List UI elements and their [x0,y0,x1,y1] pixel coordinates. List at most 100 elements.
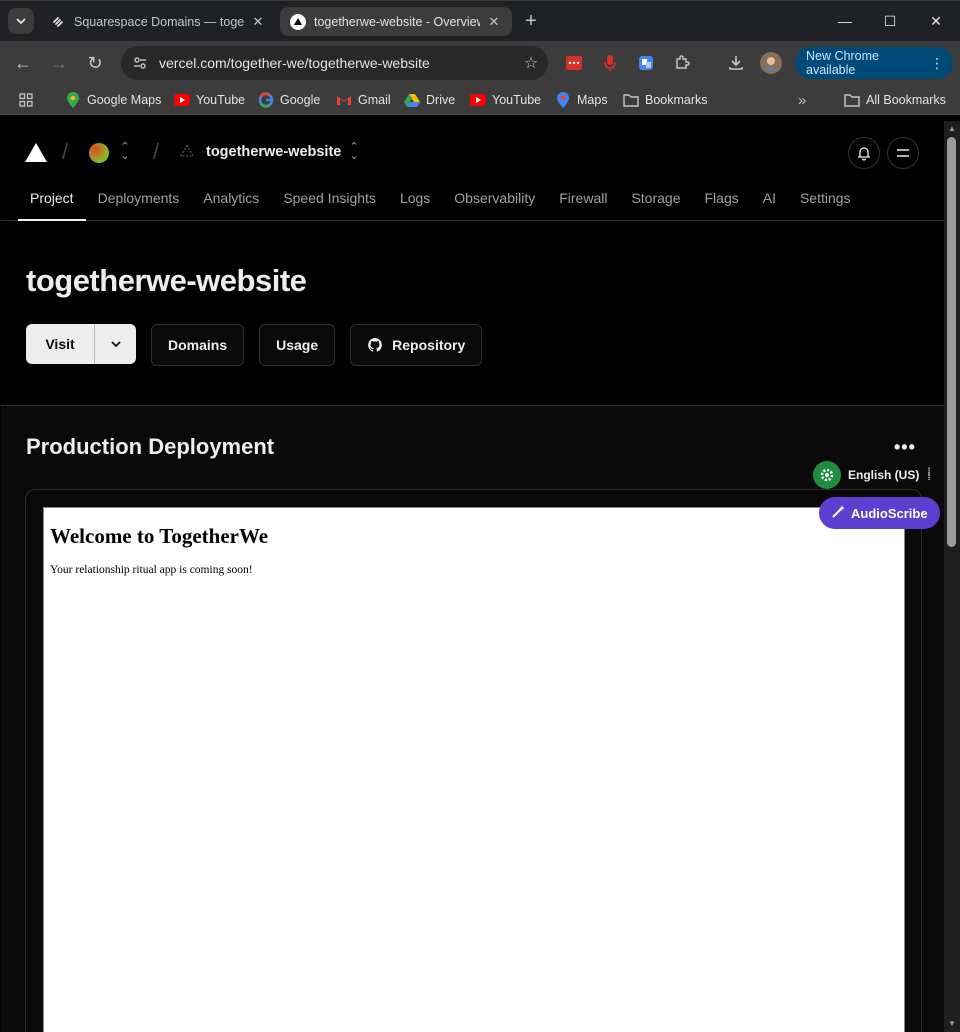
extensions-puzzle-icon[interactable] [671,52,693,74]
update-label: New Chrome available [806,49,879,77]
page-title: togetherwe-website [26,263,307,298]
deployment-preview[interactable]: Welcome to TogetherWe Your relationship … [43,507,905,1032]
scroll-down-icon[interactable]: ▼ [947,1019,957,1029]
window-close-icon[interactable]: ✕ [924,9,948,33]
vercel-logo-icon[interactable] [25,143,47,167]
reload-icon[interactable]: ↻ [83,51,107,75]
vercel-page: / ⌃ ⌄ / togetherwe-website ⌃ ⌄ Project Dep… [1,121,944,1032]
gmail-icon [336,92,352,108]
new-tab-button[interactable]: + [519,10,543,34]
breadcrumb-separator: / [62,139,69,164]
chevron-down-icon [16,18,26,25]
microphone-icon[interactable] [599,52,621,74]
back-arrow-icon[interactable]: ← [11,51,35,75]
project-triangle-icon [180,143,194,162]
project-switcher-name[interactable]: togetherwe-website [206,144,341,160]
maximize-icon[interactable]: ☐ [878,9,902,33]
tab-squarespace[interactable]: Squarespace Domains — togetherwe ✕ [40,7,276,36]
scroll-thumb[interactable] [947,137,956,547]
deployment-card: Welcome to TogetherWe Your relationship … [25,489,922,1032]
github-icon [368,338,383,352]
tab-storage[interactable]: Storage [619,187,692,221]
more-options-icon[interactable]: ••• [894,437,916,458]
bookmark-star-icon[interactable]: ☆ [514,53,548,73]
tab-analytics[interactable]: Analytics [191,187,271,221]
apps-grid-icon[interactable] [18,90,34,110]
all-bookmarks[interactable]: All Bookmarks [844,90,946,110]
tab-firewall[interactable]: Firewall [547,187,619,221]
google-icon [258,92,274,108]
tab-ai[interactable]: AI [751,187,788,221]
drag-handle-icon[interactable]: ⁞ ⁞ [927,468,930,483]
address-bar[interactable]: vercel.com/together-we/togetherwe-websit… [121,46,548,80]
menu-button[interactable] [887,137,919,169]
tab-flags[interactable]: Flags [693,187,751,221]
page-scrollbar[interactable]: ▲ ▼ [944,121,960,1032]
browser-toolbar: ← → ↻ vercel.com/together-we/togetherwe-… [0,41,960,85]
bookmark-folder[interactable]: Bookmarks [623,90,708,110]
notifications-button[interactable] [848,137,880,169]
close-icon[interactable]: ✕ [250,14,266,30]
project-switcher-chevron-icon[interactable]: ⌃ ⌄ [348,142,360,162]
folder-icon [844,92,860,108]
tab-deployments[interactable]: Deployments [86,187,192,221]
folder-icon [623,92,639,108]
bookmark-youtube-2[interactable]: YouTube [470,90,541,110]
gear-icon[interactable] [813,461,841,489]
tab-strip: Squarespace Domains — togetherwe ✕ toget… [0,0,960,41]
preview-text: Your relationship ritual app is coming s… [50,564,253,576]
bookmark-google[interactable]: Google [258,90,320,110]
visit-dropdown-chevron-icon[interactable] [95,324,136,364]
bell-icon [857,147,871,161]
team-avatar[interactable] [89,143,109,163]
bookmark-drive[interactable]: Drive [404,90,455,110]
tab-vercel[interactable]: togetherwe-website - Overview ✕ [280,7,512,36]
bookmark-youtube[interactable]: YouTube [174,90,245,110]
menu-dots-icon[interactable]: ⋮ [930,55,944,72]
squarespace-icon [50,14,66,30]
bookmark-google-maps[interactable]: Google Maps [65,90,161,110]
more-bookmarks-chevron-icon[interactable]: » [798,90,806,110]
download-icon[interactable] [725,52,747,74]
hamburger-icon [897,149,909,157]
profile-avatar[interactable] [760,52,782,74]
url-text: vercel.com/together-we/togetherwe-websit… [159,55,430,71]
language-label: English (US) [848,468,920,482]
magic-wand-icon [831,504,846,522]
tab-settings[interactable]: Settings [788,187,863,221]
chrome-update-button[interactable]: New Chrome available ⋮ [795,47,953,79]
project-actions: Visit Domains Usage Repository [26,324,483,366]
audioscribe-button[interactable]: AudioScribe [819,497,940,529]
visit-button[interactable]: Visit [26,324,95,364]
drive-icon [404,92,420,108]
minimize-icon[interactable]: — [833,9,857,33]
close-icon[interactable]: ✕ [486,14,502,30]
project-nav: Project Deployments Analytics Speed Insi… [18,187,863,221]
audioscribe-label: AudioScribe [851,505,928,521]
scroll-up-icon[interactable]: ▲ [947,124,957,134]
usage-button[interactable]: Usage [259,324,336,366]
youtube-icon [174,92,190,108]
tab-observability[interactable]: Observability [442,187,547,221]
domains-button[interactable]: Domains [151,324,245,366]
repository-button[interactable]: Repository [350,324,483,366]
project-overview-header: togetherwe-website Visit Domains Usage R… [1,221,944,406]
bookmark-maps[interactable]: Maps [555,90,608,110]
extension-red-dots-icon[interactable] [563,52,585,74]
team-switcher-chevron-icon[interactable]: ⌃ ⌄ [119,142,131,162]
project-header: / ⌃ ⌄ / togetherwe-website ⌃ ⌄ Project Dep… [1,121,944,221]
bookmark-gmail[interactable]: Gmail [336,90,391,110]
visit-button-group: Visit [26,324,136,364]
forward-arrow-icon[interactable]: → [47,51,71,75]
tab-search-button[interactable] [8,8,34,34]
tab-project[interactable]: Project [18,187,86,221]
tab-logs[interactable]: Logs [388,187,442,221]
tab-speed-insights[interactable]: Speed Insights [271,187,388,221]
site-settings-icon[interactable] [123,46,157,80]
maps-pin-icon [65,92,81,108]
language-widget[interactable]: English (US) ⁞ ⁞ [813,461,931,489]
youtube-icon [470,92,486,108]
bookmarks-bar: Google Maps YouTube Google Gmail Drive Y… [0,85,960,115]
breadcrumb-separator: / [153,139,160,164]
extension-blue-icon[interactable] [635,52,657,74]
